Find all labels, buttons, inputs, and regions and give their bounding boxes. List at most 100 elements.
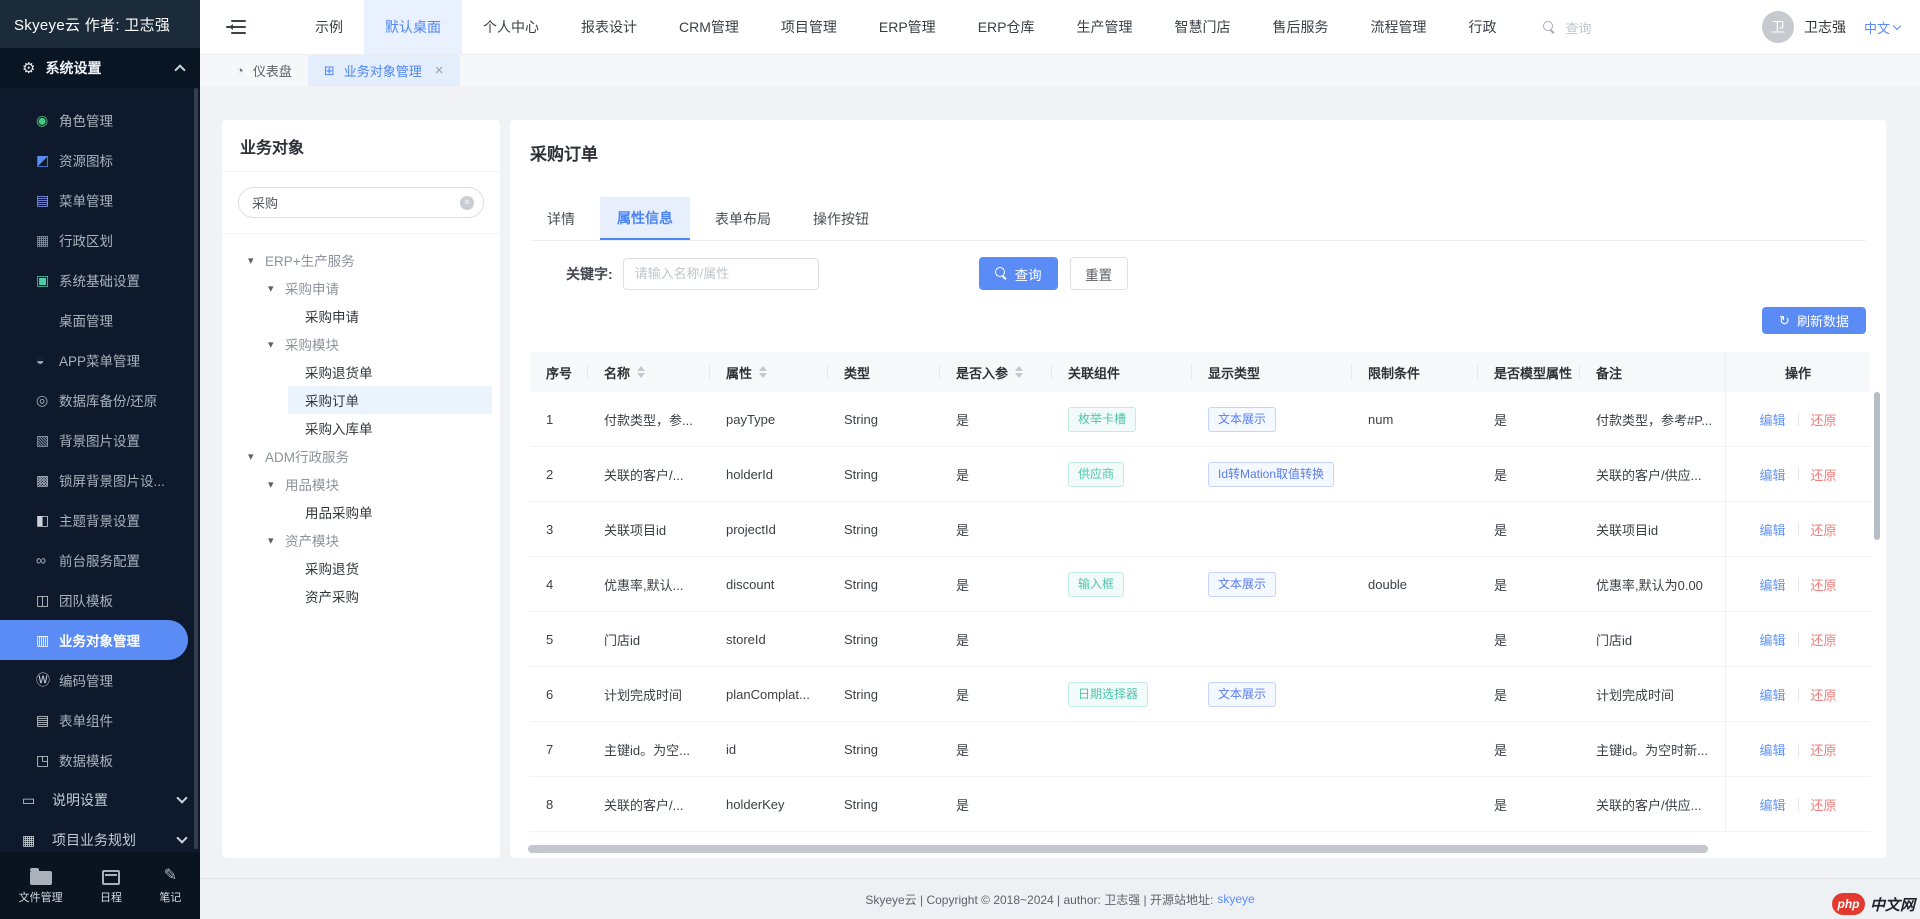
clear-icon[interactable]: ×: [460, 196, 474, 210]
edit-link[interactable]: 编辑: [1759, 520, 1785, 539]
close-icon[interactable]: ×: [435, 62, 444, 79]
sidebar-item[interactable]: ◎数据库备份/还原: [0, 380, 200, 420]
sort-icon[interactable]: [759, 362, 767, 382]
restore-link[interactable]: 还原: [1811, 630, 1837, 649]
nav-item-12[interactable]: 流程管理: [1349, 0, 1447, 54]
vertical-scrollbar[interactable]: [1874, 392, 1880, 540]
caret-down-icon[interactable]: ▾: [268, 338, 285, 351]
collapse-sidebar-icon[interactable]: [226, 20, 246, 34]
restore-link[interactable]: 还原: [1811, 575, 1837, 594]
topnav-search[interactable]: 查询: [1543, 18, 1591, 37]
caret-down-icon[interactable]: ▾: [248, 450, 265, 463]
tab-4[interactable]: 操作按钮: [796, 197, 886, 240]
refresh-data-button[interactable]: ↻ 刷新数据: [1762, 307, 1866, 334]
sidebar-scrollbar[interactable]: [194, 88, 198, 849]
column-header-3[interactable]: 属性: [710, 352, 828, 392]
sidebar-item[interactable]: ▦项目业务规划: [0, 820, 200, 852]
tree-item[interactable]: ▾ADM行政服务: [248, 442, 492, 470]
tab-3[interactable]: 表单布局: [698, 197, 788, 240]
nav-item-10[interactable]: 智慧门店: [1153, 0, 1251, 54]
restore-link[interactable]: 还原: [1811, 465, 1837, 484]
caret-down-icon[interactable]: ▾: [268, 282, 285, 295]
tab-2[interactable]: 属性信息: [600, 197, 690, 240]
nav-item-1[interactable]: 示例: [294, 0, 364, 54]
tree-item[interactable]: ▾用品模块: [268, 470, 492, 498]
nav-item-2[interactable]: 默认桌面: [364, 0, 462, 54]
edit-link[interactable]: 编辑: [1759, 685, 1785, 704]
language-switcher[interactable]: 中文: [1864, 18, 1900, 37]
tree-item[interactable]: ▾采购模块: [268, 330, 492, 358]
reset-button[interactable]: 重置: [1070, 257, 1128, 290]
sidebar-item[interactable]: ▭说明设置: [0, 780, 200, 820]
tree-item[interactable]: 采购申请: [288, 302, 492, 330]
sidebar-item[interactable]: ▦行政区划: [0, 220, 200, 260]
sort-icon[interactable]: [637, 362, 645, 382]
column-header-2[interactable]: 名称: [588, 352, 710, 392]
nav-item-5[interactable]: CRM管理: [658, 0, 760, 54]
sidebar-item[interactable]: ◉角色管理: [0, 100, 200, 140]
sidebar-item[interactable]: ◒APP菜单管理: [0, 340, 200, 380]
tree-item[interactable]: 采购入库单: [288, 414, 492, 442]
nav-item-8[interactable]: ERP仓库: [957, 0, 1056, 54]
page-tab-2[interactable]: ⊞业务对象管理×: [308, 55, 460, 86]
tree-item[interactable]: 采购订单: [288, 386, 492, 414]
restore-link[interactable]: 还原: [1811, 795, 1837, 814]
sidebar-item[interactable]: ▤表单组件: [0, 700, 200, 740]
sidebar-item[interactable]: ▣系统基础设置: [0, 260, 200, 300]
tree-item[interactable]: 用品采购单: [288, 498, 492, 526]
sidebar-item[interactable]: ◳数据模板: [0, 740, 200, 780]
schedule-item[interactable]: 日程: [100, 867, 122, 905]
sidebar-item[interactable]: ▤菜单管理: [0, 180, 200, 220]
sidebar-item[interactable]: Ⓦ编码管理: [0, 660, 200, 700]
caret-down-icon[interactable]: ▾: [248, 254, 265, 267]
edit-link[interactable]: 编辑: [1759, 575, 1785, 594]
edit-link[interactable]: 编辑: [1759, 740, 1785, 759]
restore-link[interactable]: 还原: [1811, 685, 1837, 704]
user-name[interactable]: 卫志强: [1804, 17, 1846, 37]
sort-icon[interactable]: [1015, 362, 1023, 382]
nav-item-4[interactable]: 报表设计: [560, 0, 658, 54]
edit-link[interactable]: 编辑: [1759, 795, 1785, 814]
tab-1[interactable]: 详情: [530, 197, 592, 240]
sidebar-item[interactable]: ◧主题背景设置: [0, 500, 200, 540]
nav-item-9[interactable]: 生产管理: [1055, 0, 1153, 54]
notes-item[interactable]: ✎笔记: [159, 867, 181, 905]
edit-link[interactable]: 编辑: [1759, 630, 1785, 649]
tree-item[interactable]: ▾采购申请: [268, 274, 492, 302]
tree-item[interactable]: 资产采购: [288, 582, 492, 610]
tree-item[interactable]: ▾ERP+生产服务: [248, 246, 492, 274]
sidebar-item[interactable]: 桌面管理: [0, 300, 200, 340]
sidebar-item[interactable]: ◩资源图标: [0, 140, 200, 180]
tree-item[interactable]: ▾资产模块: [268, 526, 492, 554]
sidebar-item[interactable]: ▥业务对象管理: [0, 620, 188, 660]
restore-link[interactable]: 还原: [1811, 410, 1837, 429]
sidebar-item[interactable]: ∞前台服务配置: [0, 540, 200, 580]
caret-down-icon[interactable]: ▾: [268, 534, 285, 547]
restore-link[interactable]: 还原: [1811, 520, 1837, 539]
nav-item-11[interactable]: 售后服务: [1251, 0, 1349, 54]
sidebar-item[interactable]: ▧背景图片设置: [0, 420, 200, 460]
restore-link[interactable]: 还原: [1811, 740, 1837, 759]
opensource-link[interactable]: skyeye: [1217, 892, 1254, 906]
tree-search-input[interactable]: [252, 195, 460, 210]
caret-down-icon[interactable]: ▾: [268, 478, 285, 491]
sidebar-item[interactable]: ▩锁屏背景图片设...: [0, 460, 200, 500]
sidebar-section-system-settings[interactable]: ⚙ 系统设置: [0, 48, 200, 88]
avatar[interactable]: 卫: [1762, 11, 1794, 43]
edit-link[interactable]: 编辑: [1759, 465, 1785, 484]
nav-item-6[interactable]: 项目管理: [760, 0, 858, 54]
tree-item[interactable]: 采购退货: [288, 554, 492, 582]
edit-link[interactable]: 编辑: [1759, 410, 1785, 429]
horizontal-scrollbar[interactable]: [528, 845, 1708, 853]
tree-item[interactable]: 采购退货单: [288, 358, 492, 386]
nav-item-7[interactable]: ERP管理: [858, 0, 957, 54]
file-manage-item[interactable]: 文件管理: [19, 867, 63, 905]
page-tab-1[interactable]: ◔仪表盘: [220, 55, 308, 86]
keyword-input[interactable]: [623, 258, 819, 290]
search-button[interactable]: 查询: [979, 257, 1058, 290]
column-header-5[interactable]: 是否入参: [940, 352, 1052, 392]
cell-is-model: 是: [1478, 685, 1580, 704]
nav-item-3[interactable]: 个人中心: [462, 0, 560, 54]
sidebar-item[interactable]: ◫团队模板: [0, 580, 200, 620]
nav-item-13[interactable]: 行政: [1447, 0, 1517, 54]
